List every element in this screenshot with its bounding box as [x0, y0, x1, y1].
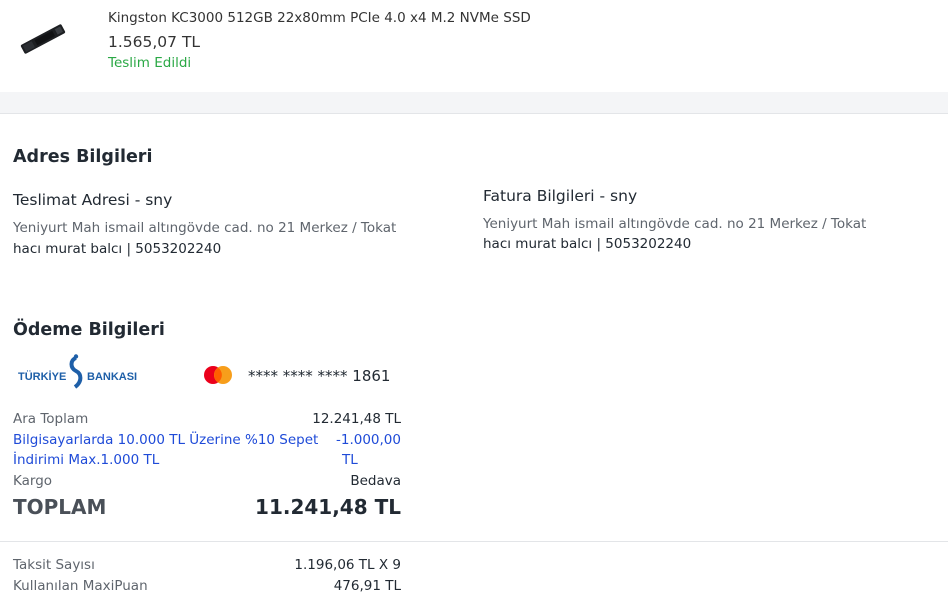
delivery-address-title: Teslimat Adresi - sny — [13, 191, 173, 209]
masked-card-number: **** **** **** 1861 — [248, 367, 391, 385]
address-section-title: Adres Bilgileri — [13, 147, 153, 167]
bank-logo-text-right: BANKASI — [87, 371, 137, 383]
subtotal-value: 12.241,48 TL — [312, 411, 401, 427]
bank-logo-text-left: TÜRKİYE — [18, 370, 66, 383]
isbank-logo-icon: TÜRKİYE BANKASI — [18, 354, 137, 389]
divider — [0, 541, 948, 542]
billing-address-title: Fatura Bilgileri - sny — [483, 187, 638, 205]
order-item: Kingston KC3000 512GB 22x80mm PCIe 4.0 x… — [0, 0, 948, 92]
total-value: 11.241,48 TL — [255, 495, 401, 519]
delivery-address-text: Yeniyurt Mah ismail altıngövde cad. no 2… — [13, 220, 397, 236]
total-label: TOPLAM — [13, 495, 107, 519]
delivery-status: Teslim Edildi — [108, 55, 192, 71]
installment-value: 1.196,06 TL X 9 — [294, 557, 401, 573]
maxipoints-label: Kullanılan MaxiPuan — [13, 578, 148, 594]
discount-value-line2: TL — [342, 452, 358, 468]
product-name[interactable]: Kingston KC3000 512GB 22x80mm PCIe 4.0 x… — [108, 10, 531, 26]
payment-section-title: Ödeme Bilgileri — [13, 320, 165, 340]
shipping-value: Bedava — [350, 473, 401, 489]
discount-label-line2: İndirimi Max.1.000 TL — [13, 452, 160, 468]
bank-logo: TÜRKİYE BANKASI — [18, 354, 140, 394]
section-separator — [0, 92, 948, 114]
billing-address-text: Yeniyurt Mah ismail altıngövde cad. no 2… — [483, 216, 867, 232]
mastercard-icon — [204, 366, 232, 384]
subtotal-label: Ara Toplam — [13, 411, 89, 427]
discount-value-line1: -1.000,00 — [336, 432, 401, 448]
product-image-ssd[interactable] — [18, 24, 68, 54]
maxipoints-value: 476,91 TL — [333, 578, 401, 594]
product-price: 1.565,07 TL — [108, 33, 201, 51]
installment-label: Taksit Sayısı — [13, 557, 95, 573]
discount-label-line1: Bilgisayarlarda 10.000 TL Üzerine %10 Se… — [13, 432, 319, 448]
shipping-label: Kargo — [13, 473, 53, 489]
delivery-contact: hacı murat balcı | 5053202240 — [13, 241, 222, 257]
billing-contact: hacı murat balcı | 5053202240 — [483, 236, 692, 252]
